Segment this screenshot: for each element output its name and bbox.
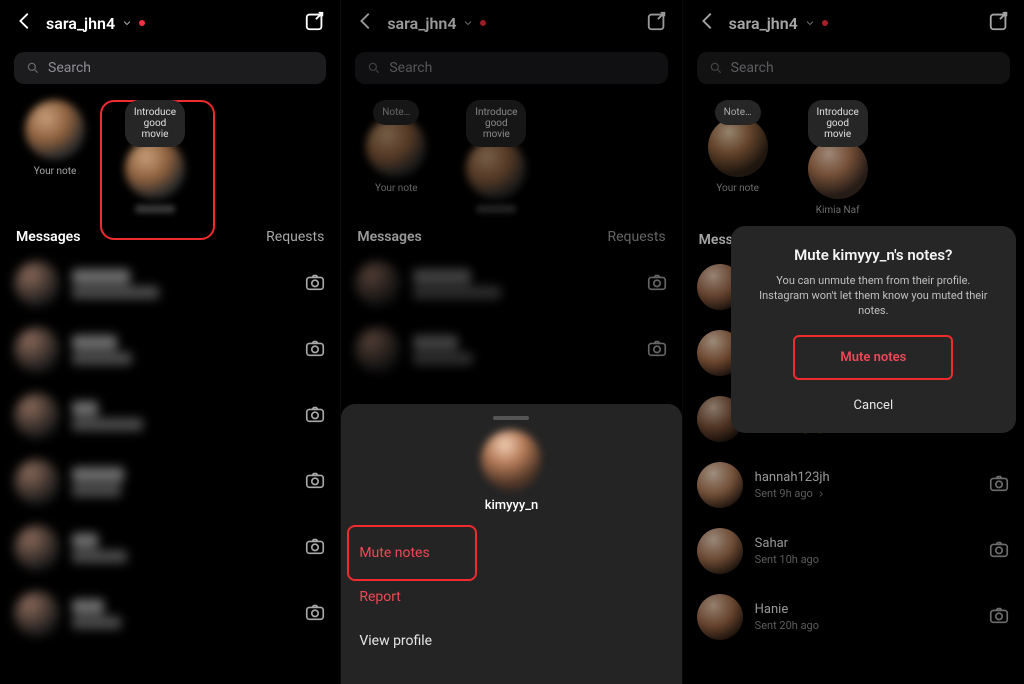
- chevron-down-icon: [462, 14, 474, 33]
- dialog-body: You can unmute them from their profile. …: [745, 274, 1002, 319]
- dm-row[interactable]: xxxxxxxxxxxxxxxxxx: [0, 317, 340, 383]
- tab-requests[interactable]: Requests: [607, 229, 665, 245]
- dm-row[interactable]: xxxxxxxxxxxxxxxxx: [0, 383, 340, 449]
- mute-notes-confirm-button[interactable]: Mute notes: [793, 335, 953, 380]
- friend-note[interactable]: Introducegoodmovie: [457, 100, 535, 213]
- camera-icon[interactable]: [304, 535, 326, 561]
- dm-row[interactable]: xxxxxxxxxxxxxx: [0, 581, 340, 647]
- view-profile-button[interactable]: View profile: [341, 619, 681, 663]
- avatar: [14, 327, 60, 373]
- username: sara_jhn4: [46, 14, 115, 33]
- search-icon: [26, 61, 40, 75]
- compose-icon[interactable]: [646, 10, 668, 36]
- avatar: [481, 430, 541, 490]
- avatar: [14, 591, 60, 637]
- your-note-label: Your note: [34, 166, 77, 177]
- search-input[interactable]: Search: [14, 52, 326, 84]
- avatar: [366, 117, 426, 177]
- account-switcher[interactable]: sara_jhn4: [46, 14, 145, 33]
- avatar: [25, 100, 85, 160]
- tutorial-highlight: [347, 525, 477, 581]
- camera-icon[interactable]: [304, 337, 326, 363]
- account-switcher[interactable]: sara_jhn4: [387, 14, 486, 33]
- notification-dot: [480, 20, 486, 26]
- note-bubble: Introduce good movie: [125, 100, 185, 147]
- dm-row[interactable]: xxxxxxxxxxxxxxxxx: [0, 449, 340, 515]
- avatar: [14, 525, 60, 571]
- avatar: [14, 459, 60, 505]
- dm-row[interactable]: xxxxxxxxxxxxxxxxxxxxxxxxx: [341, 251, 681, 317]
- avatar: [14, 261, 60, 307]
- notification-dot: [139, 20, 145, 26]
- avatar: [466, 139, 526, 199]
- search-input[interactable]: Search: [355, 52, 667, 84]
- report-button[interactable]: Report: [341, 575, 681, 619]
- camera-icon[interactable]: [304, 601, 326, 627]
- note-bubble: Note…: [373, 100, 419, 125]
- avatar: [14, 393, 60, 439]
- bottom-sheet: kimyyy_n Mute notes Report View profile: [341, 404, 681, 684]
- camera-icon[interactable]: [646, 337, 668, 363]
- note-bubble: Introducegoodmovie: [466, 100, 526, 147]
- dm-row[interactable]: xxxxxxxxxxxxxxxxxxxxxxxxx: [0, 251, 340, 317]
- your-note[interactable]: Your note: [16, 100, 94, 213]
- your-note[interactable]: Note… Your note: [357, 100, 435, 213]
- back-icon[interactable]: [14, 10, 36, 36]
- camera-icon[interactable]: [646, 271, 668, 297]
- tab-requests[interactable]: Requests: [266, 229, 324, 245]
- camera-icon[interactable]: [304, 403, 326, 429]
- search-placeholder: Search: [48, 60, 91, 76]
- dialog-title: Mute kimyyy_n's notes?: [745, 246, 1002, 264]
- camera-icon[interactable]: [304, 469, 326, 495]
- dm-row[interactable]: xxxxxxxxxxxxxxxxxx: [341, 317, 681, 383]
- chevron-down-icon: [121, 14, 133, 33]
- tab-messages[interactable]: Messages: [357, 229, 421, 245]
- sheet-username: kimyyy_n: [341, 498, 681, 513]
- camera-icon[interactable]: [304, 271, 326, 297]
- compose-icon[interactable]: [304, 10, 326, 36]
- back-icon[interactable]: [355, 10, 377, 36]
- mute-confirmation-dialog: Mute kimyyy_n's notes? You can unmute th…: [731, 226, 1016, 433]
- search-icon: [367, 61, 381, 75]
- tab-messages[interactable]: Messages: [16, 229, 80, 245]
- dm-row[interactable]: xxxxxxxxxxxxxx: [0, 515, 340, 581]
- drag-handle[interactable]: [493, 416, 529, 420]
- cancel-button[interactable]: Cancel: [745, 390, 1002, 421]
